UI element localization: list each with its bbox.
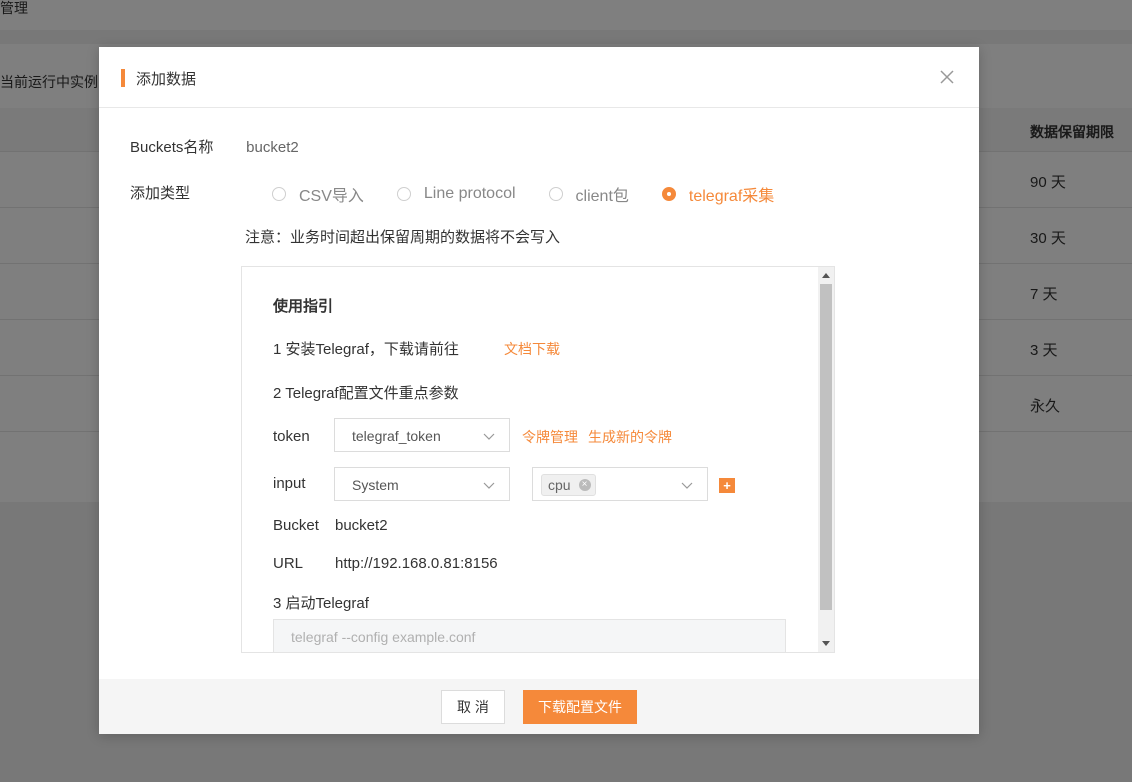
radio-circle-icon (272, 187, 286, 201)
dialog-title: 添加数据 (136, 71, 197, 88)
command-box[interactable]: telegraf --config example.conf (273, 619, 786, 652)
input-plugin-multiselect[interactable]: cpu × (532, 467, 708, 501)
bucket-label: Bucket (273, 517, 319, 534)
dialog-footer: 取 消 下载配置文件 (99, 679, 979, 734)
generate-token-link[interactable]: 生成新的令牌 (588, 427, 672, 447)
radio-circle-icon (548, 187, 563, 201)
bucket-value: bucket2 (335, 517, 388, 534)
radio-csv-import[interactable]: CSV导入 (272, 182, 364, 206)
bucket-name-label: Buckets名称 (130, 139, 214, 156)
url-label: URL (273, 555, 304, 572)
step2-text: 2 Telegraf配置文件重点参数 (273, 385, 459, 402)
doc-download-link[interactable]: 文档下载 (504, 339, 560, 359)
add-type-row: 添加类型 CSV导入 Line protocol client包 telegra… (130, 182, 930, 206)
scroll-thumb[interactable] (820, 284, 832, 610)
close-icon[interactable]: × (578, 479, 591, 491)
input-select[interactable]: System (334, 467, 510, 501)
radio-label: CSV导入 (299, 188, 364, 205)
plugin-tag: cpu × (541, 474, 596, 496)
chevron-down-icon (681, 478, 693, 494)
add-plugin-button[interactable]: + (719, 478, 735, 493)
close-icon[interactable] (937, 67, 957, 87)
title-accent-bar (121, 69, 125, 87)
usage-guide-panel: 使用指引 1 安装Telegraf，下载请前往 文档下载 2 Telegraf配… (241, 266, 835, 653)
add-type-label: 添加类型 (130, 185, 191, 202)
chevron-down-icon (483, 429, 495, 445)
scroll-down-arrow-icon[interactable] (822, 641, 830, 646)
add-data-dialog: 添加数据 Buckets名称 bucket2 添加类型 CSV导入 Line p… (99, 47, 979, 734)
radio-telegraf[interactable]: telegraf采集 (661, 182, 775, 206)
input-select-value: System (352, 477, 399, 493)
guide-title: 使用指引 (273, 298, 334, 315)
step3-text: 3 启动Telegraf (273, 595, 369, 612)
radio-label: client包 (575, 188, 629, 205)
input-label: input (273, 475, 306, 492)
cancel-button[interactable]: 取 消 (441, 690, 505, 724)
radio-checked-icon (661, 187, 676, 201)
radio-label: telegraf采集 (688, 188, 775, 205)
command-text: telegraf --config example.conf (291, 629, 476, 645)
download-config-button[interactable]: 下载配置文件 (523, 690, 637, 724)
token-label: token (273, 428, 310, 445)
chevron-down-icon (483, 478, 495, 494)
radio-label: Line protocol (423, 185, 516, 202)
token-select-value: telegraf_token (352, 428, 441, 444)
scroll-up-arrow-icon[interactable] (822, 273, 830, 278)
bucket-name-value: bucket2 (246, 139, 299, 156)
bucket-name-row: Buckets名称 bucket2 (130, 136, 299, 157)
radio-line-protocol[interactable]: Line protocol (396, 182, 516, 206)
url-value: http://192.168.0.81:8156 (335, 555, 498, 572)
retention-notice: 注意：业务时间超出保留周期的数据将不会写入 (245, 229, 561, 246)
add-type-radio-group: CSV导入 Line protocol client包 telegraf采集 (272, 182, 807, 206)
step1-text: 1 安装Telegraf，下载请前往 (273, 341, 459, 358)
token-select[interactable]: telegraf_token (334, 418, 510, 452)
guide-scrollbar[interactable] (818, 267, 834, 652)
dialog-header: 添加数据 (99, 47, 979, 108)
radio-client-package[interactable]: client包 (548, 182, 629, 206)
radio-circle-icon (396, 187, 411, 201)
plugin-tag-label: cpu (548, 477, 571, 493)
token-manage-link[interactable]: 令牌管理 (522, 427, 578, 447)
